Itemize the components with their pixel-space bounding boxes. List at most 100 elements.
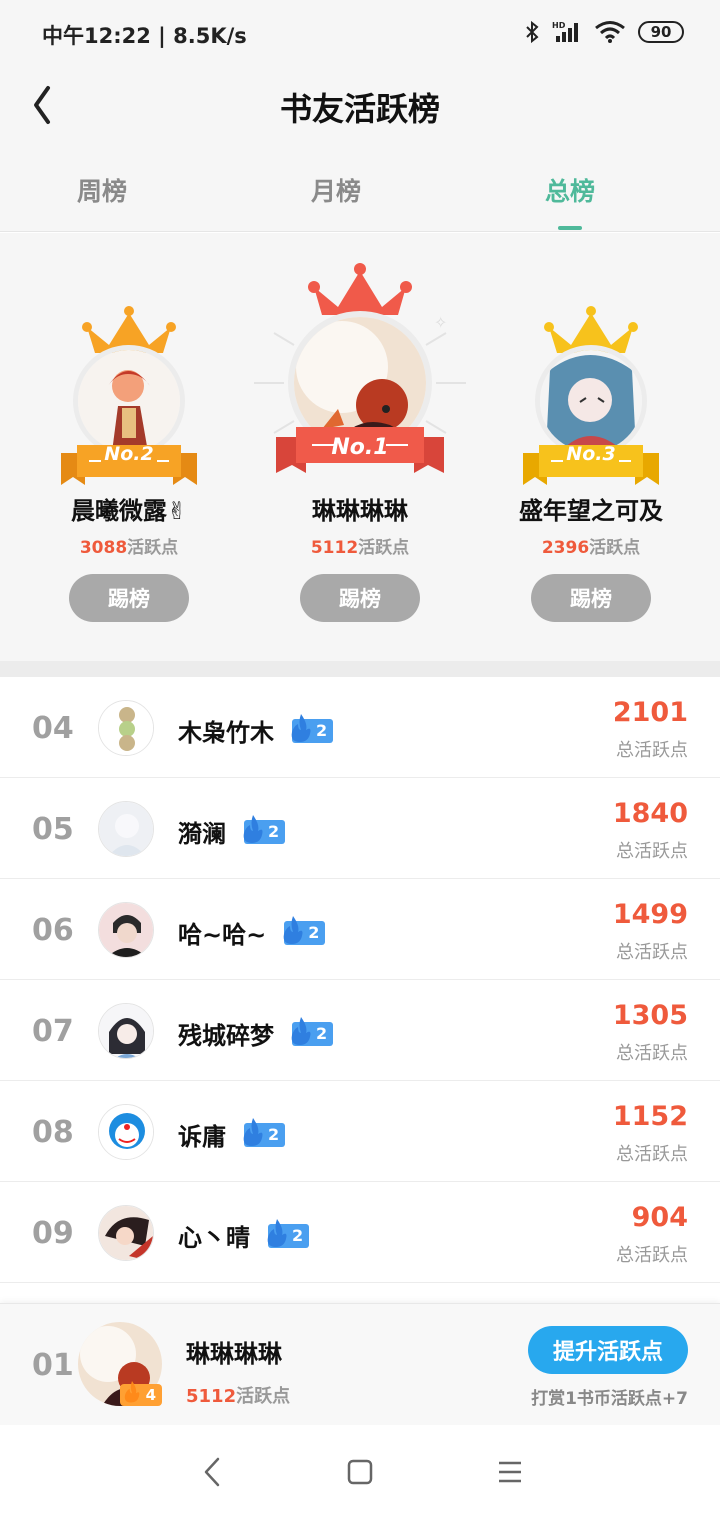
score-label: 总活跃点 [616,740,688,761]
rank-list: 04 木枭竹木 2 2101 总活跃点 05 漪澜 2 1840 总活跃点 06… [0,677,720,1283]
boost-points-button[interactable]: 提升活跃点 [528,1326,688,1374]
avatar-image [99,701,153,755]
nav-home-icon[interactable] [340,1455,380,1489]
rank-number: 04 [32,711,74,746]
list-item[interactable]: 06 哈~哈~ 2 1499 总活跃点 [0,879,720,980]
avatar-image [540,350,642,452]
podium-second-points: 3088活跃点 [79,538,179,558]
avatar-image [99,903,153,957]
user-name: 木枭竹木 [178,719,274,747]
score-value: 1840 [612,798,688,829]
score-label: 总活跃点 [616,1144,688,1165]
rank-number: 08 [32,1115,74,1150]
level-badge: 2 [243,1117,286,1147]
podium-second: No.2 晨曦微露✌ 3088活跃点 踢榜 [9,233,249,661]
score-value: 1305 [612,1000,688,1031]
avatar[interactable] [98,902,154,958]
my-rank-number: 01 [32,1348,74,1383]
user-name: 残城碎梦 [178,1022,274,1050]
score-label: 总活跃点 [616,942,688,963]
podium-second-name: 晨曦微露✌ [70,497,188,525]
battery-indicator: 90 [638,21,684,43]
avatar-image [99,1004,153,1058]
level-badge: 2 [267,1218,310,1248]
user-name: 漪澜 [178,820,226,848]
avatar-image [99,1206,153,1260]
tab-monthly[interactable]: 月榜 [256,172,416,208]
list-item[interactable]: 09 心丶晴 2 904 总活跃点 [0,1182,720,1283]
status-time: 中午12:22 | 8.5K/s [42,24,247,48]
status-icons: HD 90 [524,20,684,44]
list-item[interactable]: 08 诉庸 2 1152 总活跃点 [0,1081,720,1182]
tab-total[interactable]: 总榜 [490,172,650,208]
avatar[interactable] [98,1205,154,1261]
podium-first-name: 琳琳琳琳 [312,497,408,525]
section-divider [0,661,720,677]
wifi-icon [595,21,625,43]
avatar[interactable] [98,1104,154,1160]
podium-third: No.3 盛年望之可及 2396活跃点 踢榜 [471,233,711,661]
rank-number: 06 [32,913,74,948]
my-name: 琳琳琳琳 [186,1340,282,1368]
score-value: 1152 [612,1101,688,1132]
bluetooth-icon [526,20,539,44]
avatar-image [78,350,180,452]
flame-icon [267,1218,287,1247]
tab-weekly[interactable]: 周榜 [22,172,182,208]
level-badge: 2 [291,713,334,743]
avatar-image [99,802,153,856]
rank-number: 09 [32,1216,74,1251]
avatar[interactable] [98,1003,154,1059]
flame-icon [124,1381,140,1403]
system-nav-bar [0,1425,720,1520]
podium-second-rank-label: No.2 [104,443,154,465]
list-item[interactable]: 04 木枭竹木 2 2101 总活跃点 [0,677,720,778]
user-name: 诉庸 [178,1123,226,1151]
podium-third-points: 2396活跃点 [541,538,641,558]
nav-menu-icon[interactable] [490,1455,530,1489]
list-item[interactable]: 07 残城碎梦 2 1305 总活跃点 [0,980,720,1081]
podium-first: ✧ No.1 琳琳琳琳 5112活跃点 踢榜 [240,233,480,661]
page-title: 书友活跃榜 [279,90,440,128]
podium-third-name: 盛年望之可及 [519,497,663,525]
podium-first-kick-button[interactable]: 踢榜 [300,574,420,622]
rank-number: 07 [32,1014,74,1049]
score-label: 总活跃点 [616,841,688,862]
svg-text:HD: HD [552,21,566,30]
podium-second-kick-button[interactable]: 踢榜 [69,574,189,622]
score-value: 1499 [612,899,688,930]
podium-third-rank-label: No.3 [566,443,616,465]
user-name: 心丶晴 [178,1224,250,1252]
my-points: 5112活跃点 [186,1386,291,1407]
level-badge: 2 [283,915,326,945]
rank-number: 05 [32,812,74,847]
score-value: 2101 [612,697,688,728]
avatar[interactable] [98,801,154,857]
level-badge: 2 [291,1016,334,1046]
header: 书友活跃榜 [0,70,720,142]
user-name: 哈~哈~ [178,921,267,949]
tab-active-indicator [558,226,582,230]
score-label: 总活跃点 [616,1043,688,1064]
list-item[interactable]: 05 漪澜 2 1840 总活跃点 [0,778,720,879]
signal-icon: HD [552,21,578,42]
svg-text:✧: ✧ [434,313,447,332]
status-bar: 中午12:22 | 8.5K/s HD 90 [0,0,720,70]
flame-icon [283,915,303,944]
tab-bar: 周榜 月榜 总榜 [0,142,720,232]
crown-red-icon [308,263,412,315]
my-level-badge: 4 [120,1381,162,1406]
podium-third-kick-button[interactable]: 踢榜 [531,574,651,622]
podium-first-points: 5112活跃点 [310,538,410,558]
podium: ✧ No.1 琳琳琳琳 5112活跃点 踢榜 No.2 晨曦微露✌ 3088活跃… [0,233,720,661]
my-rank-bar: 01 4 琳琳琳琳 5112活跃点 提升活跃点 打赏1书币活跃点+7 [0,1303,720,1425]
score-value: 904 [631,1202,688,1233]
nav-back-icon[interactable] [194,1455,234,1489]
avatar[interactable] [98,700,154,756]
flame-icon [243,814,263,843]
flame-icon [291,713,311,742]
flame-icon [243,1117,263,1146]
boost-tip: 打赏1书币活跃点+7 [531,1389,688,1409]
score-label: 总活跃点 [616,1245,688,1266]
level-badge: 2 [243,814,286,844]
